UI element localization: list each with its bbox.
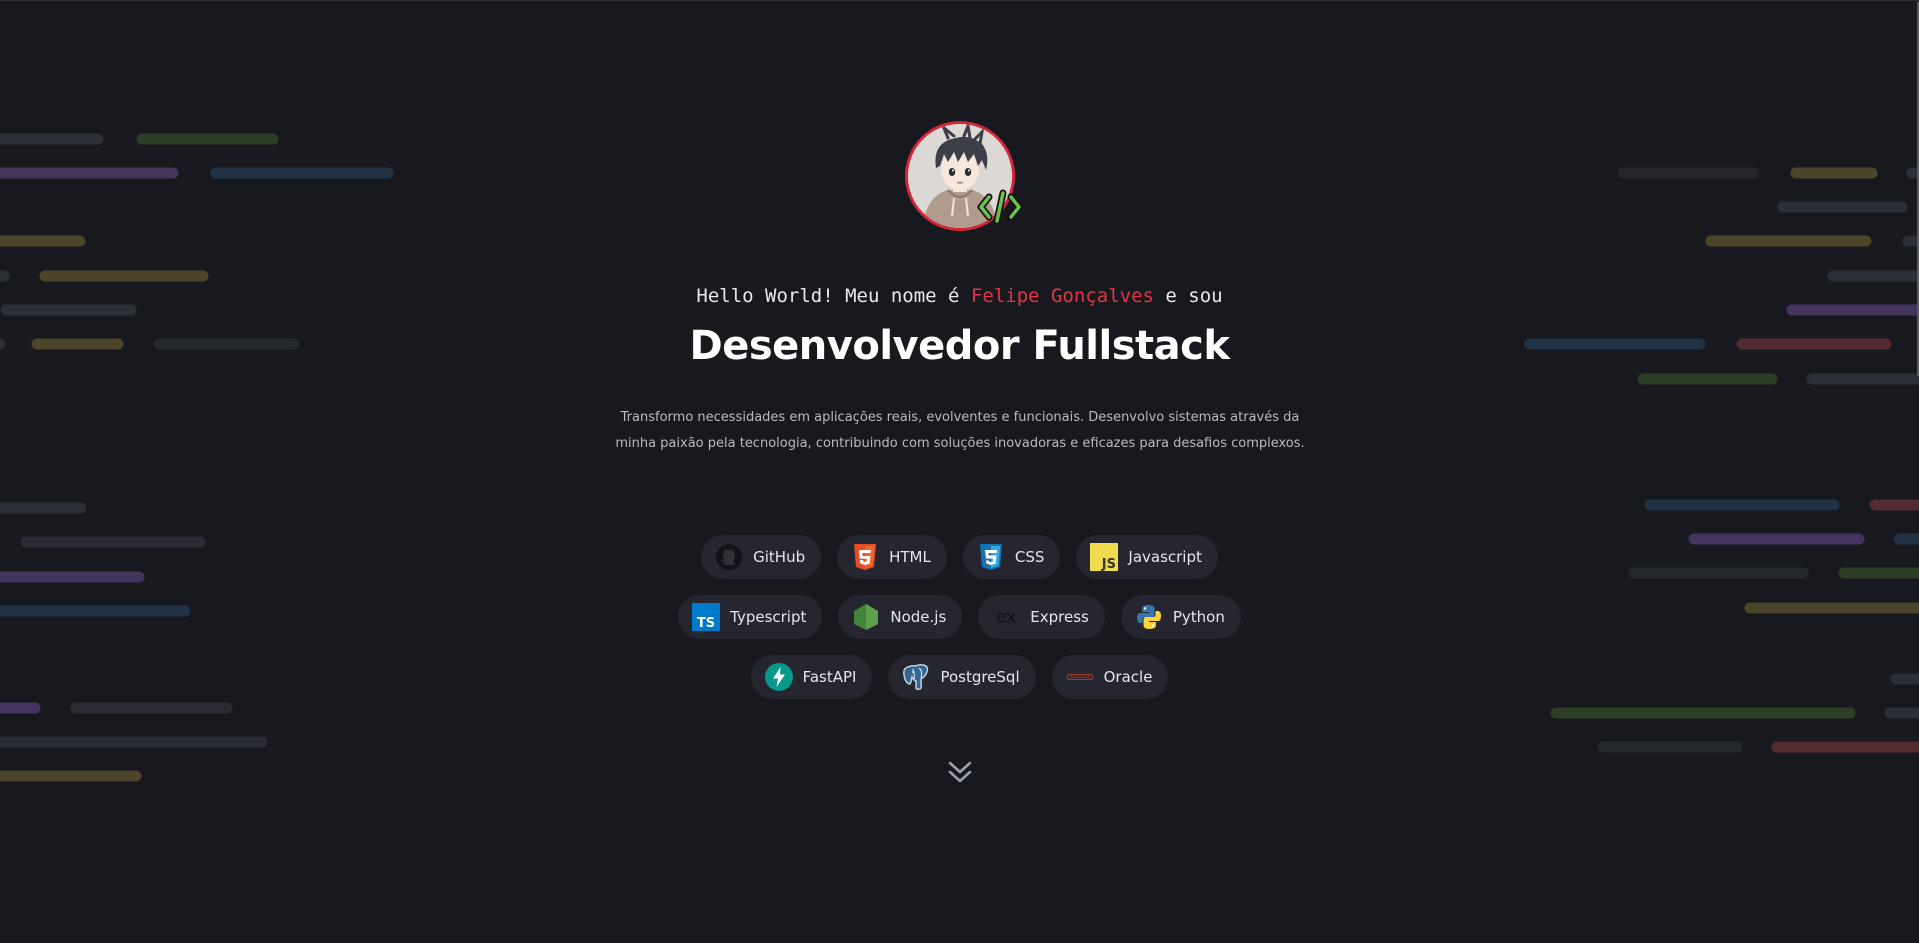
- tech-label: Python: [1172, 608, 1225, 626]
- avatar: [905, 121, 1023, 231]
- svg-text:JS: JS: [1101, 557, 1116, 571]
- tech-chip-postgresql[interactable]: PostgreSql: [888, 655, 1036, 699]
- typescript-icon: TS: [692, 603, 721, 631]
- tech-label: Express: [1030, 608, 1089, 626]
- javascript-icon: JS: [1090, 543, 1119, 571]
- greeting-suffix: e sou: [1153, 285, 1223, 307]
- tech-chip-express[interactable]: ex Express: [978, 595, 1105, 639]
- tech-row: GitHub HTML CSS JS Javascript: [0, 535, 1919, 579]
- oracle-icon: [1066, 663, 1094, 691]
- tech-label: Oracle: [1103, 668, 1153, 686]
- css3-icon: [977, 543, 1005, 571]
- tech-row: TS Typescript Node.js ex Express Python: [0, 595, 1919, 639]
- description-line-2: minha paixão pela tecnologia, contribuin…: [615, 436, 1305, 451]
- html5-icon: [851, 543, 879, 571]
- tech-chip-typescript[interactable]: TS Typescript: [678, 595, 823, 639]
- github-icon: [715, 543, 743, 571]
- postgresql-icon: [902, 663, 930, 691]
- svg-text:ex: ex: [996, 607, 1016, 627]
- description-line-1: Transformo necessidades em aplicações re…: [620, 410, 1300, 425]
- tech-chip-oracle[interactable]: Oracle: [1051, 655, 1169, 699]
- greeting-prefix: Hello World! Meu nome é: [696, 285, 971, 307]
- tech-chip-javascript[interactable]: JS Javascript: [1076, 535, 1218, 579]
- tech-chip-css[interactable]: CSS: [962, 535, 1061, 579]
- tech-chip-github[interactable]: GitHub: [701, 535, 822, 579]
- svg-text:TS: TS: [697, 616, 715, 631]
- tech-chip-fastapi[interactable]: FastAPI: [750, 655, 873, 699]
- page-title: Desenvolvedor Fullstack: [689, 323, 1230, 369]
- chevron-double-down-icon: [948, 761, 972, 783]
- fastapi-icon: [764, 663, 793, 691]
- tech-stack: GitHub HTML CSS JS Javascript TS Typescr…: [0, 535, 1919, 715]
- tech-chip-python[interactable]: Python: [1120, 595, 1241, 639]
- tech-label: Javascript: [1128, 548, 1202, 566]
- tech-label: CSS: [1014, 548, 1045, 566]
- tech-chip-html[interactable]: HTML: [837, 535, 947, 579]
- express-icon: ex: [992, 603, 1020, 631]
- tech-chip-nodejs[interactable]: Node.js: [838, 595, 963, 639]
- tech-label: GitHub: [753, 548, 806, 566]
- code-brackets-icon: [977, 189, 1023, 225]
- scroll-down-button[interactable]: [947, 758, 973, 788]
- greeting: Hello World! Meu nome é Felipe Gonçalves…: [0, 285, 1919, 307]
- tech-row: FastAPI PostgreSql Oracle: [0, 655, 1919, 699]
- hero-description: Transformo necessidades em aplicações re…: [610, 405, 1310, 457]
- nodejs-icon: [852, 603, 880, 631]
- tech-label: Node.js: [890, 608, 947, 626]
- python-icon: [1135, 603, 1163, 631]
- hero-section: Hello World! Meu nome é Felipe Gonçalves…: [0, 0, 1919, 943]
- tech-label: HTML: [889, 548, 931, 566]
- developer-name: Felipe Gonçalves: [970, 285, 1154, 307]
- tech-label: PostgreSql: [940, 668, 1020, 686]
- tech-label: FastAPI: [802, 668, 857, 686]
- tech-label: Typescript: [730, 608, 807, 626]
